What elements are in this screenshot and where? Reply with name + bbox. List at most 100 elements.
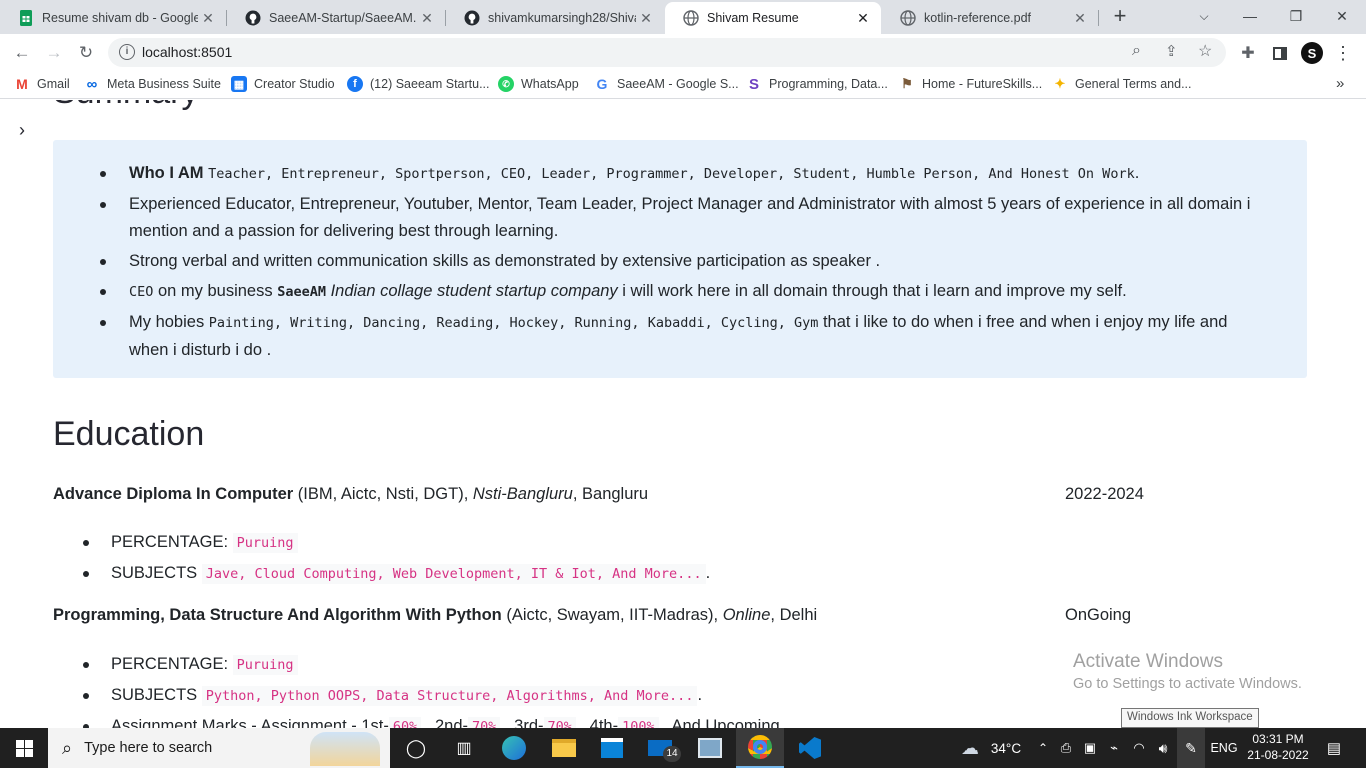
experience-text: Experienced Educator, Entrepreneur, Yout…	[129, 195, 1251, 240]
s-logo-icon: S	[746, 76, 762, 93]
education-details-list: PERCENTAGE: Puruing SUBJECTS Python, Pyt…	[83, 649, 780, 728]
bookmark-label: Programming, Data...	[769, 77, 888, 91]
close-tab-icon[interactable]: ✕	[198, 10, 218, 27]
file-explorer-icon[interactable]	[540, 728, 588, 768]
assignment-end-text: , And Upcoming	[658, 717, 780, 728]
reload-icon[interactable]: ↻	[73, 40, 99, 66]
course-place: Online	[722, 606, 771, 624]
list-item: PERCENTAGE: Puruing	[82, 527, 710, 558]
tab-kotlin-pdf[interactable]: kotlin-reference.pdf ✕	[882, 2, 1098, 34]
saeeam-brand: SaeeAM	[277, 284, 326, 300]
power-plug-icon[interactable]: ⌁	[1103, 728, 1125, 768]
assignment-4-mark: 100%	[618, 717, 659, 728]
punctuation: .	[705, 564, 711, 582]
taskbar-search-box[interactable]: ⌕ Type here to search	[48, 728, 390, 768]
hobbies-list: Painting, Writing, Dancing, Reading, Hoc…	[208, 315, 819, 331]
microsoft-store-icon[interactable]	[588, 728, 636, 768]
sidebar-expand-chevron-icon[interactable]: ›	[19, 120, 25, 141]
education-entry-title: Advance Diploma In Computer (IBM, Aictc,…	[53, 485, 648, 504]
tab-shivam-resume[interactable]: Shivam Resume ✕	[665, 2, 881, 34]
hobbies-label: My hobies	[129, 313, 209, 331]
start-windows-icon[interactable]	[0, 728, 48, 768]
education-entry-date: 2022-2024	[1065, 485, 1144, 503]
tab-saeeam-py[interactable]: SaeeAM-Startup/SaeeAM.py ✕	[227, 2, 445, 34]
ceo-mid-text: on my business	[153, 282, 278, 300]
profile-avatar[interactable]: S	[1299, 40, 1325, 66]
bookmark-general-terms[interactable]: ✦ General Terms and...	[1052, 76, 1192, 92]
mail-unread-badge: 14	[663, 746, 681, 762]
bookmark-futureskills[interactable]: ⚑ Home - FutureSkills...	[899, 76, 1042, 92]
input-language[interactable]: ENG	[1208, 728, 1240, 768]
zoom-icon[interactable]: ⌕	[1132, 42, 1141, 60]
tab-title: Shivam Resume	[707, 11, 799, 25]
clock-time: 03:31 PM	[1252, 732, 1304, 746]
new-tab-plus-icon[interactable]: +	[1108, 5, 1132, 29]
mail-icon[interactable]: 14	[636, 728, 684, 768]
close-window-icon[interactable]: ✕	[1319, 0, 1365, 32]
github-icon	[464, 10, 480, 26]
bookmark-creator-studio[interactable]: ▦ Creator Studio	[231, 76, 335, 92]
bookmark-gmail[interactable]: M Gmail	[14, 76, 70, 92]
close-tab-icon[interactable]: ✕	[417, 10, 437, 27]
address-url: localhost:8501	[142, 44, 233, 60]
list-item: Assignment Marks - Assignment - 1st- 60% …	[83, 711, 780, 728]
camera-icon[interactable]: ▣	[1079, 728, 1101, 768]
course-place: Nsti-Bangluru	[472, 485, 573, 503]
cortana-circle-icon[interactable]: ◯	[392, 728, 440, 768]
forward-arrow-icon[interactable]: →	[41, 40, 67, 66]
notification-center-icon[interactable]: ▤	[1318, 728, 1350, 768]
address-bar[interactable]: i localhost:8501 ⌕ ⇪ ☆	[108, 38, 1226, 67]
hidden-icons-chevron-icon[interactable]: ⌃	[1033, 728, 1053, 768]
close-tab-icon[interactable]: ✕	[636, 10, 656, 27]
meet-now-icon[interactable]: ⎙	[1055, 728, 1077, 768]
close-tab-icon[interactable]: ✕	[853, 10, 873, 27]
edge-browser-icon[interactable]	[490, 728, 538, 768]
bookmark-saeeam-startup-facebook[interactable]: f (12) Saeeam Startu...	[347, 76, 490, 92]
bookmark-whatsapp[interactable]: ✆ WhatsApp	[498, 76, 579, 92]
close-tab-icon[interactable]: ✕	[1070, 10, 1090, 27]
control-panel-icon[interactable]	[686, 728, 734, 768]
sparkle-icon: ✦	[1052, 76, 1068, 92]
assignment-4-label: , 4th-	[575, 717, 619, 728]
chrome-taskbar-icon[interactable]	[736, 728, 784, 768]
summary-heading: Summary	[53, 100, 198, 114]
tab-github-shivam[interactable]: shivamkumarsingh28/Shivam ✕	[446, 2, 664, 34]
vscode-icon[interactable]	[786, 728, 834, 768]
bookmark-programming-data[interactable]: S Programming, Data...	[746, 76, 888, 93]
globe-icon	[900, 10, 916, 26]
restore-icon[interactable]: ❐	[1273, 0, 1319, 32]
side-panel-icon[interactable]	[1267, 40, 1293, 66]
more-menu-icon[interactable]: ⋮	[1330, 40, 1356, 66]
assignment-3-label: , 3rd-	[500, 717, 544, 728]
bookmark-label: SaeeAM - Google S...	[617, 77, 739, 91]
bookmark-meta-business-suite[interactable]: ∞ Meta Business Suite	[84, 76, 221, 93]
list-item: PERCENTAGE: Puruing	[83, 649, 780, 680]
site-info-icon[interactable]: i	[119, 44, 135, 60]
tab-resume-sheet[interactable]: Resume shivam db - Google ✕	[0, 2, 226, 34]
bookmarks-overflow-chevron-icon[interactable]: »	[1336, 75, 1344, 92]
bookmark-label: General Terms and...	[1075, 77, 1192, 91]
tab-search-chevron-icon[interactable]: ⌵	[1181, 0, 1227, 32]
back-arrow-icon[interactable]: ←	[9, 40, 35, 66]
windows-ink-pen-icon[interactable]: ✎	[1177, 728, 1205, 768]
minimize-icon[interactable]: —	[1227, 0, 1273, 32]
percentage-value: Puruing	[232, 655, 298, 675]
windows-taskbar: ⌕ Type here to search ◯ ▥ 14 ☁ 34°C ⌃ ⎙ …	[0, 728, 1366, 768]
summary-list: Who I AM Teacher, Entrepreneur, Sportper…	[100, 160, 1269, 367]
weather-temperature[interactable]: 34°C	[986, 728, 1026, 768]
volume-icon[interactable]: 🔊︎	[1152, 728, 1174, 768]
course-name: Advance Diploma In Computer	[53, 485, 294, 503]
task-view-icon[interactable]: ▥	[440, 728, 488, 768]
weather-cloud-icon[interactable]: ☁	[955, 728, 985, 768]
assignment-1-mark: 60%	[388, 717, 422, 728]
bookmark-star-icon[interactable]: ☆	[1198, 41, 1212, 61]
bookmark-saeeam-google[interactable]: G SaeeAM - Google S...	[594, 76, 739, 92]
percentage-value: Puruing	[232, 533, 298, 553]
meta-icon: ∞	[84, 76, 100, 93]
course-orgs: (Aictc, Swayam, IIT-Madras),	[501, 606, 723, 624]
education-entry-title: Programming, Data Structure And Algorith…	[53, 606, 817, 625]
extensions-puzzle-icon[interactable]: ✚	[1235, 40, 1261, 66]
wifi-icon[interactable]: ◠	[1128, 728, 1150, 768]
share-icon[interactable]: ⇪	[1165, 42, 1178, 60]
clock[interactable]: 03:31 PM 21-08-2022	[1246, 731, 1310, 763]
